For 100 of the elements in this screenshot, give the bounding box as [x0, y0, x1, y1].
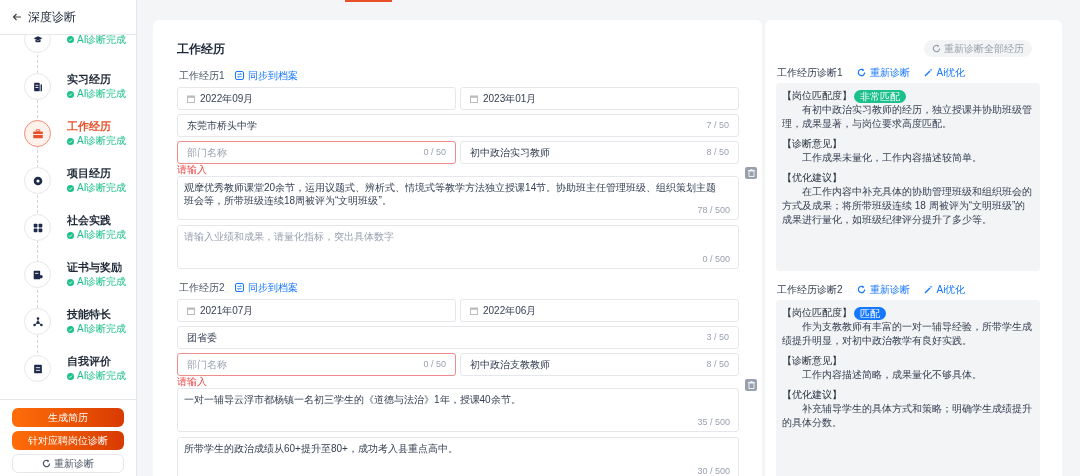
char-counter: 8 / 50	[706, 357, 729, 371]
back-arrow-icon[interactable]	[12, 12, 22, 22]
step-title[interactable]: 技能特长	[67, 308, 127, 321]
step-title[interactable]: 自我评价	[67, 355, 127, 368]
diagnosis-text: 补充辅导学生的具体方式和策略；明确学生成绩提升的具体分数。	[782, 402, 1033, 430]
primary-button[interactable]: 生成简历	[12, 408, 124, 427]
text-area[interactable]: 观摩优秀教师课堂20余节，运用议题式、辨析式、情境式等教学方法独立授课14节。协助班主任管理班级、组织策划主题班会等，所带班级连续18周被评为“文明班级”。 78 / 500	[177, 176, 739, 220]
char-counter: 0 / 50	[423, 357, 446, 371]
step-title[interactable]: 实习经历	[67, 73, 127, 86]
status-text: AI诊断完成	[77, 323, 127, 335]
nodes-icon	[31, 315, 44, 328]
grid-icon	[31, 221, 44, 234]
status-text: AI诊断完成	[77, 229, 127, 241]
rediagnose-button[interactable]: 重新诊断	[12, 454, 124, 473]
document-icon	[31, 80, 44, 93]
sync-link[interactable]: 同步到档案	[234, 67, 298, 83]
diagnosis-heading: 【优化建议】	[782, 171, 842, 185]
input-field[interactable]: 东莞市桥头中学 7 / 50	[177, 114, 739, 137]
diagnosis-text: 工作成果未量化，工作内容描述较简单。	[801, 151, 983, 165]
diagnosis-heading: 【岗位匹配度】	[782, 89, 852, 103]
char-counter: 35 / 500	[697, 415, 730, 429]
rediagnose-link[interactable]: 重新诊断	[856, 281, 910, 297]
status-text: AI诊断完成	[77, 88, 127, 100]
rediagnose-link[interactable]: 重新诊断	[856, 64, 910, 80]
match-badge: 非常匹配	[854, 89, 906, 103]
diagnosis-heading: 【优化建议】	[782, 388, 842, 402]
sync-icon	[234, 282, 244, 292]
calendar-icon	[187, 306, 195, 315]
field-value: 2021年07月	[200, 304, 254, 318]
section-title: 工作经历	[177, 42, 226, 56]
placeholder-text: 请输入业绩和成果，请量化指标，突出具体数字	[184, 230, 395, 243]
certificate-icon	[31, 268, 44, 281]
char-counter: 7 / 50	[706, 118, 729, 132]
check-circle-icon	[67, 184, 74, 192]
field-value: 初中政治支教教师	[470, 358, 551, 372]
input-field[interactable]: 2022年09月	[177, 87, 456, 110]
field-value: 2023年01月	[483, 92, 537, 106]
input-field[interactable]: 2022年06月	[460, 299, 739, 322]
char-counter: 8 / 50	[706, 145, 729, 159]
char-counter: 78 / 500	[697, 203, 730, 217]
field-value: 观摩优秀教师课堂20余节，运用议题式、辨析式、情境式等教学方法独立授课14节。协助班主任管理班级、组织策划主题班会等，所带班级连续18周被评为“文明班级”。	[184, 181, 718, 206]
diagnosis-text: 有初中政治实习教师的经历，独立授课并协助班级管理，成果显著，与岗位要求高度匹配。	[782, 103, 1033, 131]
ai-optimize-link[interactable]: Ai优化	[923, 281, 966, 297]
ai-optimize-link[interactable]: Ai优化	[923, 64, 966, 80]
error-message: 请输入	[177, 164, 208, 176]
calendar-icon	[187, 94, 195, 103]
diagnosis-title: 工作经历诊断2	[777, 282, 843, 297]
calendar-icon	[470, 306, 478, 315]
field-value: 2022年09月	[200, 92, 254, 106]
placeholder-text: 部门名称	[187, 146, 228, 160]
char-counter: 30 / 500	[697, 464, 730, 476]
field-value: 一对一辅导云浮市都杨镇一名初三学生的《道德与法治》1年，授课40余节。	[184, 393, 522, 406]
list-icon	[31, 362, 44, 375]
sync-icon	[234, 70, 244, 80]
refresh-icon	[932, 44, 941, 53]
check-circle-icon	[67, 36, 74, 43]
step-title[interactable]: 社会实践	[67, 214, 127, 227]
text-area[interactable]: 所带学生的政治成绩从60+提升至80+，成功考入县重点高中。 30 / 500	[177, 437, 739, 476]
field-value: 东莞市桥头中学	[187, 119, 258, 133]
check-circle-icon	[67, 90, 74, 98]
step-marker[interactable]	[24, 120, 51, 147]
field-value: 所带学生的政治成绩从60+提升至80+，成功考入县重点高中。	[184, 442, 459, 455]
trash-icon	[747, 169, 755, 177]
diagnosis-text: 在工作内容中补充具体的协助管理班级和组织班会的方式及成果；将所带班级连续 18 周被评为“文明班级”的成果进行量化，如班级纪律评分提升了多少等。	[782, 185, 1033, 227]
input-field[interactable]: 团省委 3 / 50	[177, 326, 739, 349]
ring-icon	[31, 174, 44, 187]
calendar-icon	[470, 94, 478, 103]
step-title[interactable]: 项目经历	[67, 167, 127, 180]
placeholder-text: 部门名称	[187, 358, 228, 372]
input-field[interactable]: 2021年07月	[177, 299, 456, 322]
refresh-icon	[42, 459, 51, 468]
diagnosis-heading: 【岗位匹配度】	[782, 306, 852, 320]
input-field[interactable]: 初中政治支教教师 8 / 50	[460, 353, 739, 376]
tab-indicator	[345, 0, 392, 2]
check-circle-icon	[67, 137, 74, 145]
entry-label: 工作经历1	[179, 68, 225, 83]
check-circle-icon	[67, 278, 74, 286]
char-counter: 0 / 500	[702, 252, 730, 266]
diagnosis-text: 作为支教教师有丰富的一对一辅导经验，所带学生成绩提升明显，对初中政治教学有良好实践。	[782, 320, 1033, 348]
step-title[interactable]: 工作经历	[67, 120, 127, 133]
input-field[interactable]: 初中政治实习教师 8 / 50	[460, 141, 739, 164]
status-text: AI诊断完成	[77, 135, 127, 147]
diagnosis-heading: 【诊断意见】	[782, 137, 842, 151]
error-message: 请输入	[177, 376, 208, 388]
diagnosis-title: 工作经历诊断1	[777, 65, 843, 80]
field-value: 团省委	[187, 331, 218, 345]
input-field[interactable]: 2023年01月	[460, 87, 739, 110]
char-counter: 3 / 50	[706, 330, 729, 344]
entry-label: 工作经历2	[179, 280, 225, 295]
char-counter: 0 / 50	[423, 145, 446, 159]
briefcase-icon	[31, 127, 44, 140]
check-circle-icon	[67, 325, 74, 333]
text-area[interactable]: 一对一辅导云浮市都杨镇一名初三学生的《道德与法治》1年，授课40余节。 35 / 500	[177, 388, 739, 432]
step-title[interactable]: 证书与奖励	[67, 261, 127, 274]
sync-link[interactable]: 同步到档案	[234, 279, 298, 295]
page-title: 深度诊断	[28, 9, 76, 26]
trash-icon	[747, 381, 755, 389]
status-text: AI诊断完成	[77, 182, 127, 194]
refresh-icon	[856, 284, 866, 294]
field-value: 初中政治实习教师	[470, 146, 551, 160]
